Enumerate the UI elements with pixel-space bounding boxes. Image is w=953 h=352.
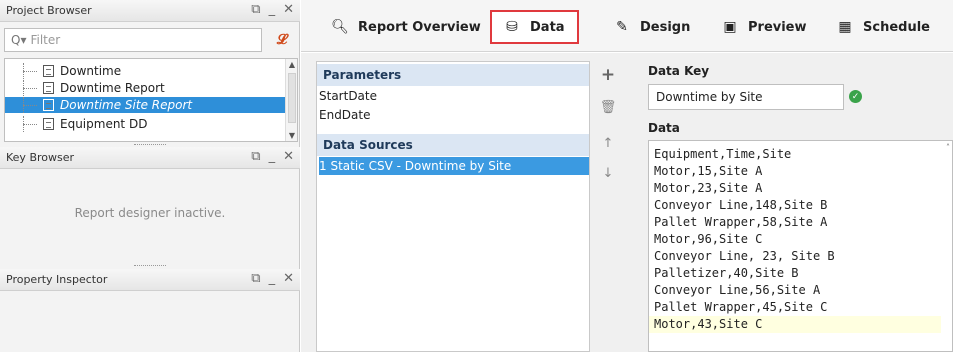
filter-input[interactable]: Q▾ Filter [4, 28, 262, 52]
filter-options-icon[interactable]: 𝓛 [270, 28, 294, 52]
preview-icon: ▣ [723, 19, 737, 35]
minimize-icon[interactable]: _ [269, 271, 276, 287]
scroll-up-icon[interactable]: ▲ [286, 60, 297, 69]
csv-data-editor[interactable]: Equipment,Time,Site Motor,15,Site A Moto… [648, 140, 953, 352]
restore-icon[interactable]: ⧉ [251, 271, 260, 287]
close-icon[interactable]: ✕ [283, 2, 294, 18]
report-icon [43, 65, 54, 77]
parameters-header: Parameters [317, 64, 589, 86]
design-icon: ✎ [616, 19, 628, 35]
csv-line: Pallet Wrapper,45,Site C [654, 300, 828, 314]
tab-label: Data [530, 19, 565, 35]
close-icon[interactable]: ✕ [283, 271, 294, 287]
project-browser-title: Project Browser [6, 4, 92, 17]
delete-icon[interactable]: 🗑︎ [600, 99, 617, 115]
report-overview-icon: 🔍︎ [331, 19, 349, 35]
search-icon: Q▾ [11, 33, 27, 47]
scroll-up-icon[interactable]: ˄ [946, 143, 950, 152]
filter-placeholder: Filter [30, 33, 61, 47]
move-down-icon[interactable]: ↓ [600, 165, 616, 181]
tab-schedule[interactable]: ▦ Schedule [837, 10, 930, 44]
close-icon[interactable]: ✕ [283, 149, 294, 165]
restore-icon[interactable]: ⧉ [251, 149, 260, 165]
database-icon: ⛁ [506, 19, 518, 35]
move-up-icon[interactable]: ↑ [600, 135, 616, 151]
check-ok-icon: ✓ [849, 90, 862, 103]
data-sources-header: Data Sources [317, 134, 589, 156]
tree-item[interactable]: Downtime Report [5, 80, 285, 96]
tab-label: Preview [748, 19, 807, 35]
restore-icon[interactable]: ⧉ [251, 2, 260, 18]
csv-line: Equipment,Time,Site [654, 147, 792, 161]
csv-line: Motor,15,Site A [654, 164, 763, 178]
tree-item-label: Equipment DD [60, 117, 148, 131]
data-source-item[interactable]: 1 Static CSV - Downtime by Site [319, 157, 589, 175]
report-icon [43, 118, 54, 130]
tree-item[interactable]: Downtime [5, 63, 285, 79]
csv-line: Conveyor Line,56,Site A [654, 283, 821, 297]
report-edit-icon [43, 99, 54, 111]
tree-branch [13, 116, 43, 132]
tree-item[interactable]: Equipment DD [5, 116, 285, 132]
tree-branch [13, 97, 43, 113]
parameter-item[interactable]: EndDate [319, 106, 589, 124]
scroll-thumb[interactable] [288, 73, 296, 123]
key-browser-status: Report designer inactive. [74, 206, 226, 220]
resize-grip[interactable] [0, 264, 300, 268]
tree-item-selected[interactable]: Downtime Site Report [5, 97, 285, 113]
filter-row: Q▾ Filter 𝓛 [4, 26, 296, 54]
project-browser-header: Project Browser ⧉ _ ✕ [0, 0, 300, 22]
csv-line: Motor,23,Site A [654, 181, 763, 195]
csv-line: Motor,96,Site C [654, 232, 763, 246]
tab-preview[interactable]: ▣ Preview [722, 10, 807, 44]
tree-item-label: Downtime Site Report [60, 98, 193, 112]
parameter-item[interactable]: StartDate [319, 87, 589, 105]
left-panel: Project Browser ⧉ _ ✕ Q▾ Filter 𝓛 Downti… [0, 0, 300, 352]
data-key-label: Data Key [648, 64, 710, 78]
scroll-down-icon[interactable]: ▼ [286, 131, 297, 140]
tree-branch [13, 63, 43, 79]
key-browser-header: Key Browser ⧉ _ ✕ [0, 147, 300, 169]
minimize-icon[interactable]: _ [269, 149, 276, 165]
tree-branch [13, 80, 43, 96]
tree-item-label: Downtime Report [60, 81, 165, 95]
csv-line: Conveyor Line,148,Site B [654, 198, 828, 212]
tab-label: Design [640, 19, 691, 35]
add-icon[interactable]: + [600, 65, 616, 85]
tab-report-overview[interactable]: 🔍︎ Report Overview [331, 10, 481, 44]
project-tree: Downtime Downtime Report Downtime Site R… [4, 58, 298, 142]
data-label: Data [648, 121, 680, 135]
tab-design[interactable]: ✎ Design [614, 10, 690, 44]
tree-scrollbar[interactable]: ▲ ▼ [285, 59, 297, 141]
calendar-icon: ▦ [838, 19, 852, 35]
property-inspector-header: Property Inspector ⧉ _ ✕ [0, 269, 300, 291]
csv-line: Palletizer,40,Site B [654, 266, 799, 280]
property-inspector-title: Property Inspector [6, 273, 108, 286]
tab-bar: 🔍︎ Report Overview ⛁ Data ✎ Design ▣ Pre… [301, 0, 953, 52]
csv-line: Pallet Wrapper,58,Site A [654, 215, 828, 229]
tree-item-label: Downtime [60, 64, 122, 78]
tab-label: Report Overview [358, 19, 481, 35]
key-browser-title: Key Browser [6, 151, 75, 164]
data-lists-panel: Parameters StartDate EndDate Data Source… [316, 61, 590, 352]
csv-line-current: Motor,43,Site C [649, 316, 941, 333]
minimize-icon[interactable]: _ [269, 2, 276, 18]
tab-data[interactable]: ⛁ Data [490, 10, 579, 44]
tab-label: Schedule [863, 19, 930, 35]
data-key-input[interactable]: Downtime by Site [648, 84, 844, 110]
report-icon [43, 82, 54, 94]
csv-line: Conveyor Line, 23, Site B [654, 249, 835, 263]
